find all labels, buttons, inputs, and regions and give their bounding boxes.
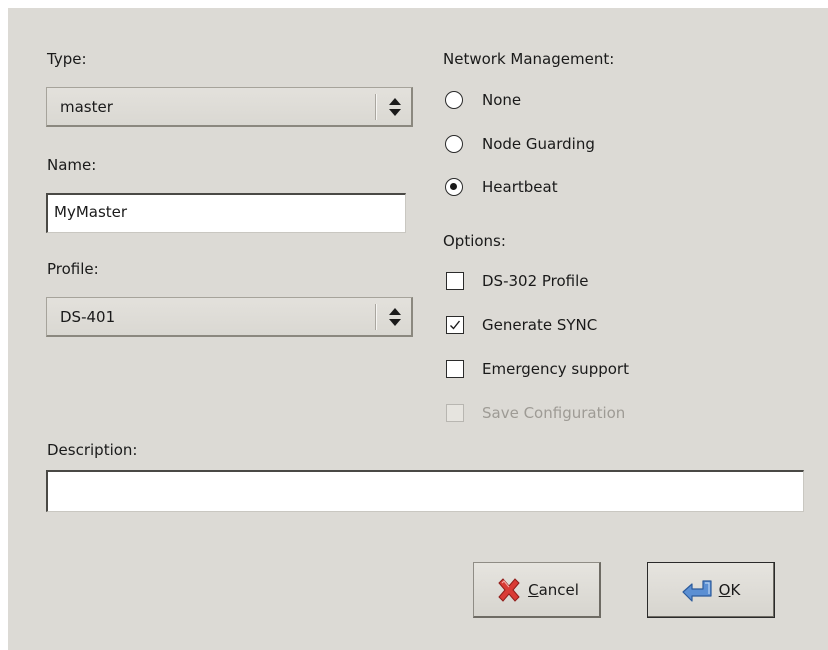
radio-node-guarding-label: Node Guarding [482, 135, 595, 153]
checkmark-icon [450, 320, 461, 330]
option-ds302-profile[interactable]: DS-302 Profile [446, 271, 746, 295]
ok-label: OK [718, 580, 741, 599]
option-generate-sync[interactable]: Generate SYNC [446, 315, 746, 339]
combo-separator [375, 304, 377, 330]
name-label: Name: [47, 156, 97, 174]
options-label: Options: [443, 232, 506, 250]
type-combo[interactable]: master [46, 87, 413, 127]
radio-none-label: None [482, 91, 522, 109]
name-value: MyMaster [54, 203, 128, 221]
profile-value: DS-401 [60, 308, 116, 326]
type-value: master [60, 98, 113, 116]
emergency-support-label: Emergency support [482, 360, 629, 378]
type-label: Type: [47, 50, 87, 68]
name-field[interactable]: MyMaster [46, 193, 406, 233]
radio-node-guarding-circle[interactable] [445, 135, 463, 153]
option-save-configuration: Save Configuration [446, 403, 746, 427]
radio-none-circle[interactable] [445, 91, 463, 109]
radio-heartbeat-label: Heartbeat [482, 178, 558, 196]
red-x-icon [498, 577, 520, 602]
radio-heartbeat-circle[interactable] [445, 178, 463, 196]
cancel-button[interactable]: Cancel [473, 562, 601, 618]
up-down-arrows-icon [389, 308, 401, 326]
up-down-arrows-icon [389, 98, 401, 116]
emergency-support-checkbox[interactable] [446, 360, 464, 378]
cancel-label: Cancel [528, 580, 579, 599]
ds302-profile-checkbox[interactable] [446, 272, 464, 290]
generate-sync-checkbox[interactable] [446, 316, 464, 334]
ok-button[interactable]: OK [647, 562, 775, 618]
save-configuration-label: Save Configuration [482, 404, 626, 422]
radio-heartbeat[interactable]: Heartbeat [445, 176, 745, 200]
network-management-label: Network Management: [443, 50, 615, 68]
save-configuration-checkbox [446, 404, 464, 422]
blue-return-arrow-icon [682, 579, 712, 602]
radio-none[interactable]: None [445, 89, 745, 113]
option-emergency-support[interactable]: Emergency support [446, 359, 746, 383]
description-field[interactable] [46, 470, 804, 512]
radio-node-guarding[interactable]: Node Guarding [445, 133, 745, 157]
radio-selected-dot [450, 183, 457, 190]
ds302-profile-label: DS-302 Profile [482, 272, 589, 290]
combo-separator [375, 94, 377, 120]
description-label: Description: [47, 441, 138, 459]
generate-sync-label: Generate SYNC [482, 316, 598, 334]
profile-combo[interactable]: DS-401 [46, 297, 413, 337]
dialog: Type: master Name: MyMaster Profile: DS-… [8, 8, 828, 650]
profile-label: Profile: [47, 260, 99, 278]
